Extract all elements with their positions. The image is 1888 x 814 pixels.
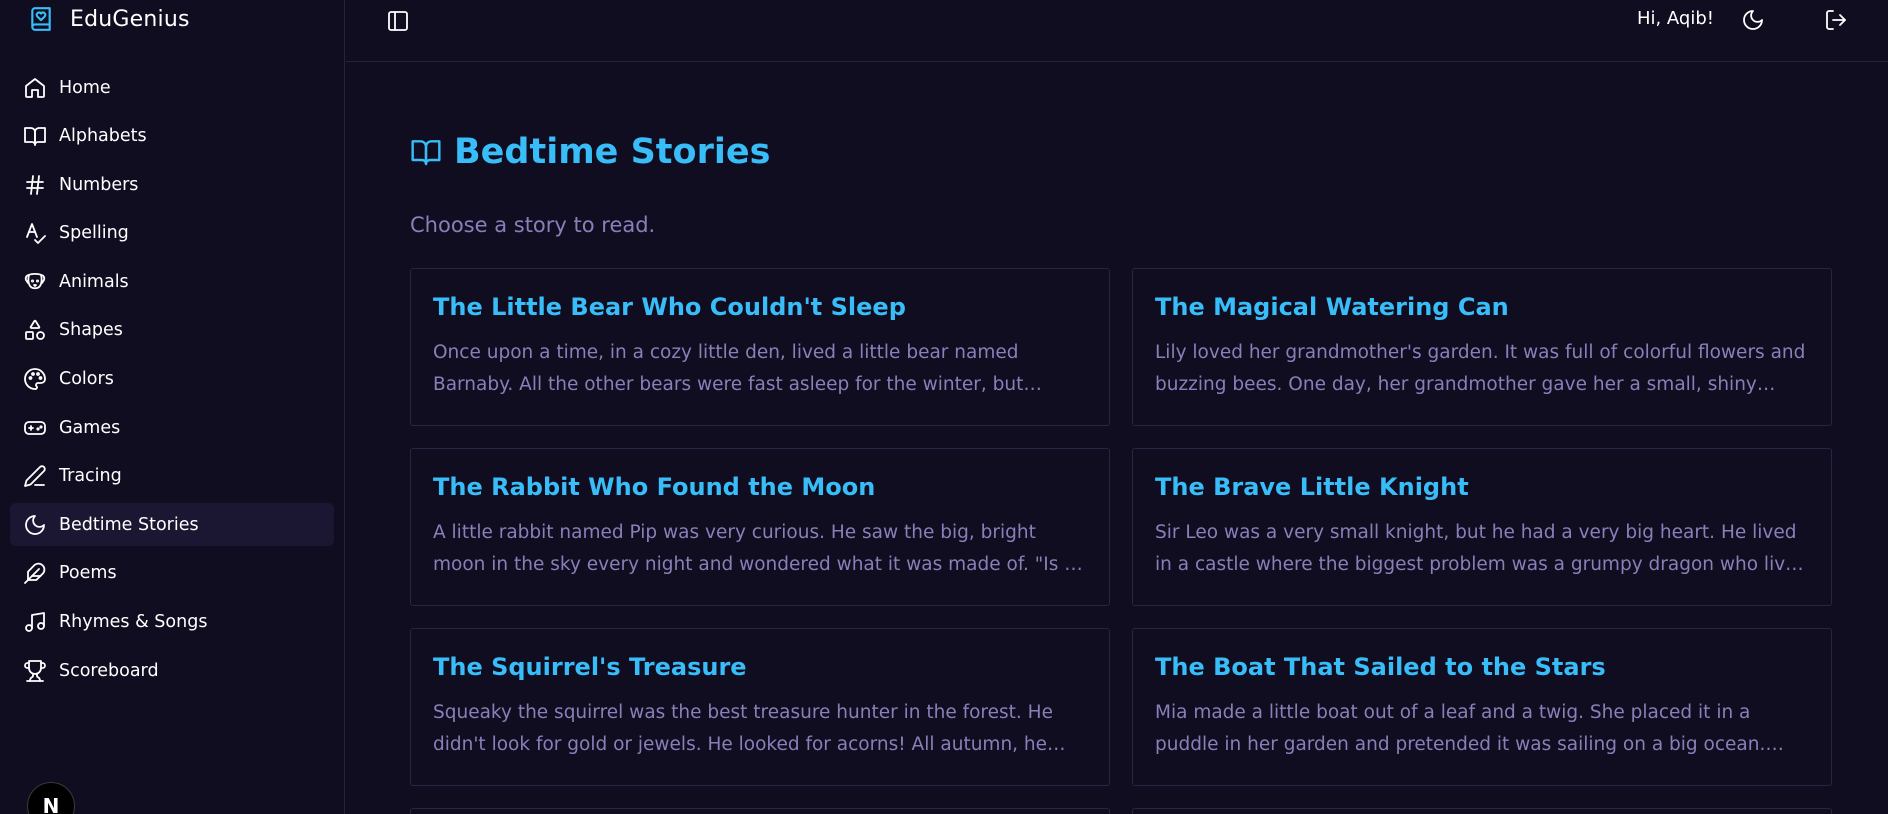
story-excerpt: Squeaky the squirrel was the best treasu… bbox=[433, 702, 1066, 755]
sidebar-toggle-icon[interactable] bbox=[386, 9, 410, 33]
pencil-icon bbox=[24, 465, 46, 488]
page-subtitle: Choose a story to read. bbox=[410, 213, 656, 237]
story-title: The Magical Watering Can bbox=[1155, 293, 1509, 321]
feather-icon bbox=[24, 563, 46, 585]
sidebar-item-bedtime-stories[interactable]: Bedtime Stories bbox=[10, 503, 334, 547]
sidebar-item-spelling[interactable]: Spelling bbox=[10, 212, 334, 255]
sidebar-item-home[interactable]: Home bbox=[10, 66, 334, 109]
sidebar-item-label: Alphabets bbox=[59, 126, 147, 147]
story-excerpt: Mia made a little boat out of a leaf and… bbox=[1155, 702, 1766, 755]
story-card[interactable]: The Magical Watering Can Lily loved her … bbox=[1132, 268, 1832, 426]
logout-icon[interactable] bbox=[1824, 8, 1848, 32]
moon-icon[interactable] bbox=[1741, 8, 1765, 32]
story-excerpt: A little rabbit named Pip was very curio… bbox=[433, 522, 1077, 575]
book-heart-icon bbox=[31, 7, 51, 31]
music-icon bbox=[25, 612, 45, 632]
book-open-icon bbox=[24, 127, 46, 146]
sidebar-item-rhymes-songs[interactable]: Rhymes & Songs bbox=[10, 601, 334, 644]
story-card[interactable]: The Little Bear Who Couldn't Sleep Once … bbox=[410, 268, 1110, 426]
sidebar-item-label: Tracing bbox=[59, 466, 122, 487]
sidebar-item-numbers[interactable]: Numbers bbox=[10, 163, 334, 206]
story-title: The Boat That Sailed to the Stars bbox=[1155, 653, 1606, 681]
user-greeting: Hi, Aqib! bbox=[1636, 8, 1714, 29]
story-excerpt: Sir Leo was a very small knight, but he … bbox=[1155, 522, 1809, 575]
sidebar-item-label: Spelling bbox=[59, 223, 129, 244]
trophy-icon bbox=[24, 659, 46, 682]
story-card[interactable]: The Squirrel's Treasure Squeaky the squi… bbox=[410, 628, 1110, 786]
sidebar-item-label: Colors bbox=[59, 369, 114, 390]
story-title: The Brave Little Knight bbox=[1155, 473, 1469, 501]
shapes-icon bbox=[25, 320, 45, 341]
sidebar-item-label: Home bbox=[59, 77, 111, 98]
sidebar-item-label: Shapes bbox=[59, 320, 123, 341]
moon-icon bbox=[25, 514, 45, 535]
sidebar: EduGenius Home Alphabets Numbers Spellin… bbox=[0, 0, 345, 814]
story-card[interactable]: The Rabbit Who Found the Moon A little r… bbox=[410, 448, 1110, 606]
sidebar-item-label: Bedtime Stories bbox=[59, 514, 199, 535]
sidebar-item-label: Animals bbox=[59, 271, 129, 292]
sidebar-item-label: Numbers bbox=[59, 174, 139, 195]
sidebar-item-label: Games bbox=[59, 417, 121, 438]
sidebar-item-games[interactable]: Games bbox=[10, 406, 334, 449]
sidebar-item-label: Scoreboard bbox=[59, 660, 159, 681]
sidebar-nav: Home Alphabets Numbers Spelling Animals … bbox=[10, 66, 334, 698]
next-badge[interactable]: N bbox=[27, 782, 75, 814]
hash-icon bbox=[26, 174, 44, 195]
sidebar-item-label: Rhymes & Songs bbox=[59, 612, 208, 633]
story-card-partial[interactable] bbox=[1132, 808, 1832, 814]
spell-check-icon bbox=[26, 223, 46, 245]
top-bar: Hi, Aqib! bbox=[346, 0, 1888, 62]
story-excerpt: Lily loved her grandmother's garden. It … bbox=[1155, 342, 1806, 395]
story-title: The Little Bear Who Couldn't Sleep bbox=[433, 293, 906, 321]
palette-icon bbox=[24, 368, 46, 390]
story-grid: The Little Bear Who Couldn't Sleep Once … bbox=[410, 268, 1832, 814]
story-card[interactable]: The Boat That Sailed to the Stars Mia ma… bbox=[1132, 628, 1832, 786]
brand-name: EduGenius bbox=[70, 6, 190, 32]
sidebar-item-poems[interactable]: Poems bbox=[10, 552, 334, 595]
home-icon bbox=[25, 77, 45, 98]
sidebar-item-colors[interactable]: Colors bbox=[10, 358, 334, 401]
story-title: The Rabbit Who Found the Moon bbox=[433, 473, 876, 501]
book-open-icon bbox=[411, 140, 441, 166]
story-card[interactable]: The Brave Little Knight Sir Leo was a ve… bbox=[1132, 448, 1832, 606]
sidebar-item-scoreboard[interactable]: Scoreboard bbox=[10, 649, 334, 692]
story-excerpt: Once upon a time, in a cozy little den, … bbox=[433, 342, 1042, 395]
sidebar-item-tracing[interactable]: Tracing bbox=[10, 455, 334, 498]
page-header: Bedtime Stories bbox=[410, 132, 770, 172]
gamepad-icon bbox=[24, 420, 46, 435]
sidebar-item-animals[interactable]: Animals bbox=[10, 260, 334, 303]
sidebar-item-alphabets[interactable]: Alphabets bbox=[10, 115, 334, 158]
sidebar-item-shapes[interactable]: Shapes bbox=[10, 309, 334, 352]
dog-icon bbox=[24, 272, 46, 290]
sidebar-item-label: Poems bbox=[59, 563, 117, 584]
brand[interactable]: EduGenius bbox=[28, 4, 190, 34]
page-title: Bedtime Stories bbox=[454, 132, 771, 172]
story-card-partial[interactable] bbox=[410, 808, 1110, 814]
story-title: The Squirrel's Treasure bbox=[433, 653, 747, 681]
